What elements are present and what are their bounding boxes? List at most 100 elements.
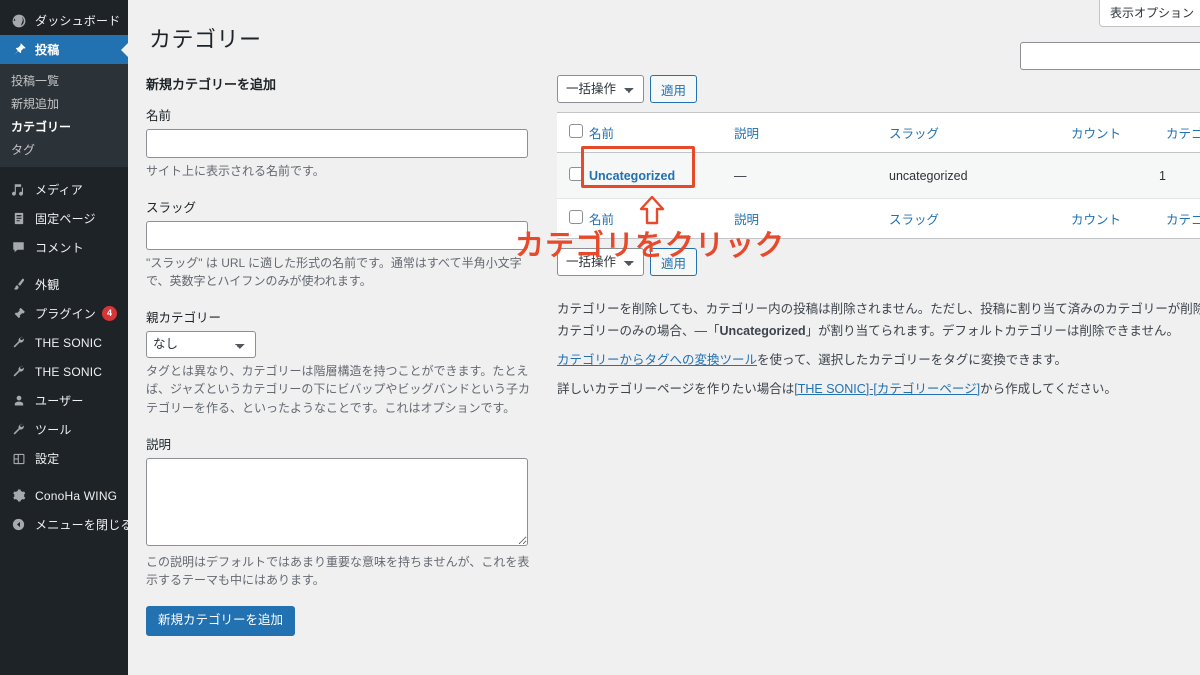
wrench-icon xyxy=(9,363,28,381)
category-list-table-wrap: 一括操作 適用 名前 説明 スラッグ カウント カテゴリペー xyxy=(557,74,1200,408)
bulk-action-select-top[interactable]: 一括操作 xyxy=(557,75,644,103)
note-line-1: カテゴリーを削除しても、カテゴリー内の投稿は削除されません。ただし、投稿に割り当… xyxy=(557,299,1200,343)
apply-button-bottom[interactable]: 適用 xyxy=(650,248,698,276)
column-header-category-page[interactable]: カテゴリペー xyxy=(1166,112,1200,153)
comment-icon xyxy=(9,239,28,257)
slug-label: スラッグ xyxy=(146,200,197,215)
sidebar-item-label: ConoHa WING xyxy=(35,488,118,503)
sidebar-subitem-label: 投稿一覧 xyxy=(11,74,60,88)
category-notes: カテゴリーを削除しても、カテゴリー内の投稿は削除されません。ただし、投稿に割り当… xyxy=(557,299,1200,401)
category-name-link[interactable]: Uncategorized xyxy=(589,169,675,183)
parent-category-select[interactable]: なし xyxy=(146,330,256,358)
sidebar-subitem-add-new[interactable]: 新規追加 xyxy=(0,92,128,115)
sidebar-item-label: 設定 xyxy=(35,452,60,466)
convert-categories-to-tags-link[interactable]: カテゴリーからタグへの変換ツール xyxy=(557,353,757,367)
column-footer-category-page[interactable]: カテゴリペー xyxy=(1166,198,1200,239)
table-footer-row: 名前 説明 スラッグ カウント カテゴリペー xyxy=(557,198,1200,239)
sidebar-item-settings[interactable]: 設定 xyxy=(0,444,128,473)
sidebar-item-label: 固定ページ xyxy=(35,212,96,226)
form-heading: 新規カテゴリーを追加 xyxy=(146,77,277,92)
sidebar-item-label: ユーザー xyxy=(35,394,84,408)
note-2-rest: を使って、選択したカテゴリーをタグに変換できます。 xyxy=(757,352,1068,367)
sidebar-item-label: メニューを閉じる xyxy=(35,518,133,532)
sidebar-item-dashboard[interactable]: ダッシュボード xyxy=(0,6,128,35)
sidebar-item-tools[interactable]: ツール xyxy=(0,415,128,444)
note-line-3: 詳しいカテゴリーページを作りたい場合は[THE SONIC]-[カテゴリーページ… xyxy=(557,379,1200,401)
description-help: この説明はデフォルトではあまり重要な意味を持ちませんが、これを表示するテーマも中… xyxy=(146,554,530,588)
sidebar-item-label: 外観 xyxy=(35,278,60,292)
column-footer-name[interactable]: 名前 xyxy=(589,198,734,239)
sidebar-item-label: プラグイン xyxy=(35,307,97,321)
screen-options-button[interactable]: 表示オプション xyxy=(1098,0,1200,27)
sidebar-item-media[interactable]: メディア xyxy=(0,175,128,204)
field-name: 名前 xyxy=(146,105,538,158)
category-list-table: 名前 説明 スラッグ カウント カテゴリペー Uncategorized xyxy=(557,112,1200,239)
sidebar-item-the-sonic-1[interactable]: THE SONIC xyxy=(0,328,128,357)
sidebar-item-collapse-menu[interactable]: メニューを閉じる xyxy=(0,510,132,539)
sidebar-item-pages[interactable]: 固定ページ xyxy=(0,204,128,233)
sidebar-item-the-sonic-2[interactable]: THE SONIC xyxy=(0,357,128,386)
select-all-header xyxy=(557,112,589,153)
column-footer-count[interactable]: カウント xyxy=(1071,198,1166,239)
sidebar-item-label: THE SONIC xyxy=(35,364,103,379)
note-1-strong: Uncategorized xyxy=(719,323,806,338)
screen-options-label: 表示オプション xyxy=(1109,6,1194,20)
description-textarea[interactable] xyxy=(146,457,528,546)
wrench-icon xyxy=(9,421,28,439)
admin-content-area: 表示オプション カテゴリー 新規カテゴリーを追加 名前 サイト上に表示される名前… xyxy=(128,0,1200,675)
column-header-description[interactable]: 説明 xyxy=(734,112,889,153)
note-1-text-c: 」が割り当てられます。デフォルトカテゴリーは削除できません。 xyxy=(805,323,1180,338)
plugin-update-badge: 4 xyxy=(102,306,118,321)
sidebar-subitem-categories[interactable]: カテゴリー xyxy=(0,115,128,138)
select-all-footer xyxy=(557,198,589,239)
column-footer-slug[interactable]: スラッグ xyxy=(889,198,1071,239)
row-checkbox[interactable] xyxy=(569,167,583,181)
name-input[interactable] xyxy=(146,129,528,158)
sidebar-item-plugins[interactable]: プラグイン 4 xyxy=(0,299,128,328)
column-header-name[interactable]: 名前 xyxy=(589,112,734,153)
sidebar-subitem-label: タグ xyxy=(11,143,36,157)
gear-icon xyxy=(9,487,28,505)
column-header-slug[interactable]: スラッグ xyxy=(889,112,1071,153)
slug-input[interactable] xyxy=(146,220,528,250)
column-footer-description[interactable]: 説明 xyxy=(734,198,889,239)
field-slug: スラッグ xyxy=(146,197,538,250)
sidebar-subitem-label: 新規追加 xyxy=(11,97,60,111)
wrench-icon xyxy=(9,334,28,352)
sidebar-item-label: ツール xyxy=(35,423,72,437)
page-icon xyxy=(9,210,28,228)
sidebar-item-comments[interactable]: コメント xyxy=(0,233,128,262)
select-all-checkbox-footer[interactable] xyxy=(569,210,583,224)
apply-button-top[interactable]: 適用 xyxy=(650,75,698,103)
note-1-text-b: —「 xyxy=(694,323,720,338)
sidebar-subitem-label: カテゴリー xyxy=(11,120,72,134)
search-box xyxy=(1020,42,1200,70)
slug-description: "スラッグ" は URL に適した形式の名前です。通常はすべて半角小文字で、英数… xyxy=(146,255,522,289)
tablenav-top: 一括操作 適用 xyxy=(557,74,1200,104)
search-input[interactable] xyxy=(1020,42,1200,70)
note-3-rest: から作成してください。 xyxy=(980,381,1117,396)
add-new-category-button[interactable]: 新規カテゴリーを追加 xyxy=(146,605,296,637)
note-3-pre: 詳しいカテゴリーページを作りたい場合は xyxy=(557,381,795,396)
page-title: カテゴリー xyxy=(149,26,262,52)
sidebar-item-posts[interactable]: 投稿 xyxy=(0,35,128,64)
column-header-count[interactable]: カウント xyxy=(1071,112,1166,153)
sidebar-subitem-tags[interactable]: タグ xyxy=(0,138,128,161)
select-all-checkbox[interactable] xyxy=(569,124,583,138)
sidebar-item-conoha-wing[interactable]: ConoHa WING xyxy=(0,481,128,510)
sidebar-subitem-all-posts[interactable]: 投稿一覧 xyxy=(0,69,128,92)
sidebar-item-users[interactable]: ユーザー xyxy=(0,386,128,415)
the-sonic-category-page-link[interactable]: [THE SONIC]-[カテゴリーページ] xyxy=(794,382,980,396)
bulk-action-select-bottom[interactable]: 一括操作 xyxy=(557,248,644,276)
sidebar-item-label: 投稿 xyxy=(35,43,60,57)
table-head: 名前 説明 スラッグ カウント カテゴリペー xyxy=(557,112,1200,153)
table-row: Uncategorized — uncategorized 1 xyxy=(557,152,1200,199)
parent-category-description: タグとは異なり、カテゴリーは階層構造を持つことができます。たとえば、ジャズという… xyxy=(146,363,531,415)
sidebar-submenu-posts: 投稿一覧 新規追加 カテゴリー タグ xyxy=(0,64,128,167)
row-select-cell xyxy=(557,152,589,199)
row-count-cell[interactable]: 1 xyxy=(1071,152,1166,199)
sidebar-item-label: THE SONIC xyxy=(35,335,103,350)
sidebar-item-appearance[interactable]: 外観 xyxy=(0,270,128,299)
field-description: 説明 xyxy=(146,434,538,549)
pin-icon xyxy=(9,41,28,59)
